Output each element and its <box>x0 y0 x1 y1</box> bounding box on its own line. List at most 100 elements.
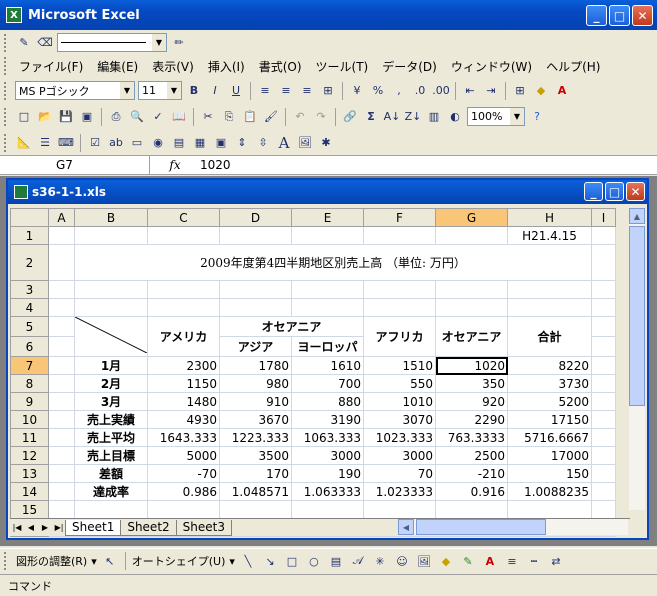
rectangle-icon[interactable]: □ <box>283 552 301 570</box>
cell[interactable] <box>48 280 75 299</box>
cell[interactable] <box>74 280 148 299</box>
line-icon[interactable]: ╲ <box>239 552 257 570</box>
cell[interactable] <box>48 464 75 483</box>
autosum-icon[interactable]: Σ <box>362 108 380 126</box>
date-cell[interactable]: H21.4.15 <box>507 226 592 245</box>
menu-edit[interactable]: 編集(E) <box>90 58 145 75</box>
align-center-icon[interactable]: ≡ <box>277 82 295 100</box>
hyperlink-icon[interactable]: 🔗 <box>341 108 359 126</box>
paste-icon[interactable]: 📋 <box>241 108 259 126</box>
permission-icon[interactable]: ▣ <box>78 108 96 126</box>
increase-indent-icon[interactable]: ⇥ <box>482 82 500 100</box>
tab-sheet3[interactable]: Sheet3 <box>175 519 232 536</box>
value-cell[interactable]: 1.0088235 <box>507 482 592 501</box>
next-sheet-icon[interactable]: ▶ <box>38 523 52 532</box>
cell[interactable] <box>591 374 616 393</box>
header-oceania[interactable]: オセアニア <box>435 316 508 357</box>
value-cell[interactable]: 350 <box>435 374 508 393</box>
underline-icon[interactable]: U <box>227 82 245 100</box>
combobox-control-icon[interactable]: ▦ <box>191 134 209 152</box>
cell[interactable] <box>591 280 616 299</box>
column-header[interactable]: B <box>74 208 148 227</box>
cell[interactable] <box>591 392 616 411</box>
diagram-icon[interactable]: ✳ <box>371 552 389 570</box>
image-control-icon[interactable]: 🖼 <box>296 134 314 152</box>
value-cell[interactable]: 190 <box>291 464 364 483</box>
cell[interactable] <box>48 316 75 337</box>
cell[interactable] <box>48 226 75 245</box>
fill-color-icon[interactable]: ◆ <box>532 82 550 100</box>
value-cell[interactable]: 1610 <box>291 356 364 375</box>
cell[interactable] <box>507 500 592 519</box>
value-cell[interactable]: 1510 <box>363 356 436 375</box>
design-mode-icon[interactable]: 📐 <box>15 134 33 152</box>
row-header[interactable]: 10 <box>10 410 49 429</box>
font-color-icon[interactable]: A <box>553 82 571 100</box>
value-cell[interactable]: 980 <box>219 374 292 393</box>
row-header[interactable]: 3 <box>10 280 49 299</box>
decrease-decimal-icon[interactable]: .00 <box>432 82 450 100</box>
cell[interactable] <box>48 336 75 357</box>
row-label-cell[interactable]: 1月 <box>74 356 148 375</box>
sort-descending-icon[interactable]: Z↓ <box>404 108 422 126</box>
drawing-grip[interactable] <box>4 552 8 570</box>
line-color-icon[interactable]: ✏ <box>170 34 188 52</box>
horizontal-scrollbar[interactable]: ◀ <box>398 519 628 535</box>
name-box[interactable]: G7 <box>0 156 150 174</box>
cut-icon[interactable]: ✂ <box>199 108 217 126</box>
option-button-icon[interactable]: ◉ <box>149 134 167 152</box>
row-header[interactable]: 13 <box>10 464 49 483</box>
draw-adjust-menu[interactable]: 図形の調整(R) <box>16 553 87 569</box>
cell[interactable] <box>363 298 436 317</box>
cell[interactable] <box>435 226 508 245</box>
value-cell[interactable]: 1.048571 <box>219 482 292 501</box>
spelling-icon[interactable]: ✓ <box>149 108 167 126</box>
first-sheet-icon[interactable]: |◀ <box>10 523 24 532</box>
value-cell[interactable]: 0.916 <box>435 482 508 501</box>
row-label-cell[interactable]: 売上目標 <box>74 446 148 465</box>
scroll-left-icon[interactable]: ◀ <box>398 519 414 535</box>
menu-insert[interactable]: 挿入(I) <box>201 58 252 75</box>
merge-center-icon[interactable]: ⊞ <box>319 82 337 100</box>
value-cell[interactable]: 3670 <box>219 410 292 429</box>
clipart-icon[interactable]: ☺ <box>393 552 411 570</box>
value-cell[interactable]: 0.986 <box>147 482 220 501</box>
italic-icon[interactable]: I <box>206 82 224 100</box>
value-cell[interactable]: 1.023333 <box>363 482 436 501</box>
maximize-button[interactable]: □ <box>609 5 630 26</box>
value-cell[interactable]: 3190 <box>291 410 364 429</box>
cell[interactable] <box>507 298 592 317</box>
cell[interactable] <box>48 428 75 447</box>
cell[interactable] <box>48 392 75 411</box>
arrow-icon[interactable]: ↘ <box>261 552 279 570</box>
zoom-combo[interactable]: 100% ▼ <box>467 107 525 126</box>
cell[interactable] <box>363 500 436 519</box>
cell[interactable] <box>591 316 616 337</box>
currency-icon[interactable]: ¥ <box>348 82 366 100</box>
row-header[interactable]: 15 <box>10 500 49 519</box>
cell[interactable] <box>147 500 220 519</box>
column-header[interactable]: C <box>147 208 220 227</box>
cell[interactable] <box>435 280 508 299</box>
cell[interactable] <box>48 500 75 519</box>
value-cell[interactable]: 1780 <box>219 356 292 375</box>
cell[interactable] <box>48 244 75 281</box>
menu-file[interactable]: ファイル(F) <box>12 58 90 75</box>
border-draw-icon[interactable]: ✎ <box>15 34 33 52</box>
drawing-icon[interactable]: ◐ <box>446 108 464 126</box>
cell[interactable] <box>363 226 436 245</box>
cell[interactable] <box>147 280 220 299</box>
align-left-icon[interactable]: ≡ <box>256 82 274 100</box>
cell[interactable] <box>219 280 292 299</box>
format-painter-icon[interactable]: 🖌 <box>262 108 280 126</box>
cell[interactable] <box>363 280 436 299</box>
chevron-down-icon[interactable]: ▼ <box>167 82 181 99</box>
cell[interactable] <box>591 336 616 357</box>
cell[interactable] <box>74 226 148 245</box>
cell[interactable] <box>219 226 292 245</box>
row-header[interactable]: 4 <box>10 298 49 317</box>
cell[interactable] <box>507 280 592 299</box>
cell[interactable] <box>291 226 364 245</box>
picture-icon[interactable]: 🖼 <box>415 552 433 570</box>
redo-icon[interactable]: ↷ <box>312 108 330 126</box>
